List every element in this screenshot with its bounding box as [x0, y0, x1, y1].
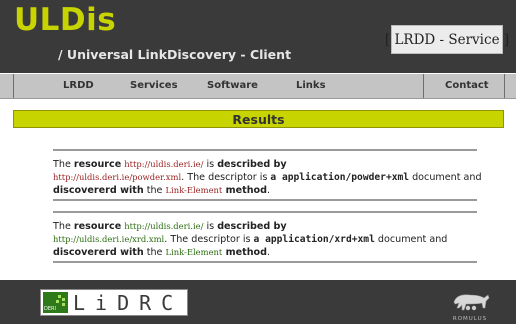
deri-flag-icon: DERI [43, 292, 68, 313]
result-keyword: method [222, 247, 268, 258]
site-logo[interactable]: ULDis [14, 2, 116, 38]
result-text: . The descriptor is [164, 234, 254, 245]
method-name: Link-Element [165, 185, 223, 195]
resource-link[interactable]: http://uldis.deri.ie/ [124, 221, 203, 231]
she-wolf-icon [453, 294, 490, 311]
lidrc-logo[interactable]: DERI LiDRC [40, 289, 188, 316]
result-text: . [267, 247, 271, 258]
result-text: document and [409, 172, 482, 183]
result-keyword: method [222, 185, 268, 196]
result-item: The resource http://uldis.deri.ie/ is de… [53, 158, 493, 197]
result-divider [53, 199, 477, 201]
media-type: a application/xrd+xml [253, 234, 375, 245]
site-footer: DERI LiDRC ROMULUS [0, 280, 516, 324]
results-title: Results [232, 112, 285, 127]
result-divider [53, 261, 477, 263]
romulus-label: ROMULUS [452, 316, 488, 322]
result-text: the [143, 185, 166, 196]
romulus-logo[interactable]: ROMULUS [448, 288, 492, 322]
nav-item-software[interactable]: Software [207, 74, 258, 98]
result-text: the [143, 247, 166, 258]
resource-link[interactable]: http://uldis.deri.ie/ [124, 159, 203, 169]
site-subtitle: / Universal LinkDiscovery - Client [58, 47, 292, 62]
main-nav: LRDD Services Software Links Contact [0, 74, 516, 99]
result-divider [53, 211, 477, 213]
method-name: Link-Element [165, 247, 223, 257]
nav-item-services[interactable]: Services [130, 74, 178, 98]
result-text: The [53, 159, 74, 170]
nav-divider [13, 74, 14, 98]
result-keyword: resource [73, 159, 122, 170]
result-keyword: discovererd with [53, 185, 144, 196]
lidrc-wordmark: LiDRC [73, 291, 184, 315]
deri-tag: DERI [44, 306, 56, 312]
result-keyword: discovererd with [53, 247, 144, 258]
result-text: is [203, 159, 218, 170]
descriptor-link[interactable]: http://uldis.deri.ie/xrd.xml [53, 234, 164, 244]
nav-divider [423, 74, 424, 98]
nav-item-lrdd[interactable]: LRDD [63, 74, 94, 98]
result-keyword: described by [217, 159, 287, 170]
results-bar: Results [13, 110, 504, 128]
descriptor-link[interactable]: http://uldis.deri.ie/powder.xml [53, 172, 181, 182]
nav-item-contact[interactable]: Contact [445, 74, 489, 98]
result-item: The resource http://uldis.deri.ie/ is de… [53, 220, 493, 259]
result-text: document and [374, 234, 448, 245]
media-type: a application/powder+xml [270, 172, 410, 183]
result-text: . The descriptor is [181, 172, 271, 183]
site-header: ULDis / Universal LinkDiscovery - Client… [0, 0, 516, 73]
service-badge: [ LRDD - Service ] [385, 25, 509, 54]
result-keyword: described by [217, 221, 287, 232]
nav-item-links[interactable]: Links [296, 74, 326, 98]
result-text: is [203, 221, 218, 232]
nav-divider [504, 74, 505, 98]
result-keyword: resource [73, 221, 122, 232]
result-text: The [53, 221, 74, 232]
result-text: . [267, 185, 271, 196]
result-divider [53, 149, 477, 151]
